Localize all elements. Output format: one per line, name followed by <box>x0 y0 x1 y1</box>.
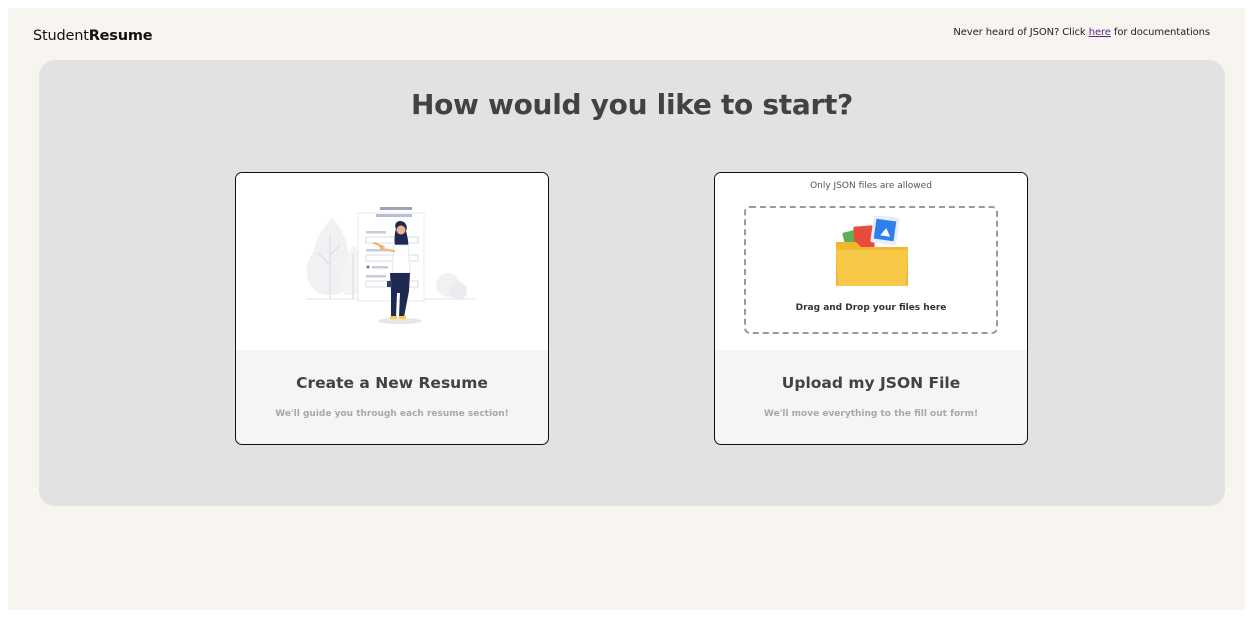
dropzone-text: Drag and Drop your files here <box>795 303 947 313</box>
folder-icon <box>836 216 908 286</box>
page: StudentResume Never heard of JSON? Click… <box>8 8 1245 610</box>
brand-light-text: Student <box>33 28 89 44</box>
brand-logo[interactable]: StudentResume <box>33 28 153 44</box>
create-card-title: Create a New Resume <box>296 374 488 392</box>
create-card-subtitle: We'll guide you through each resume sect… <box>275 409 509 419</box>
create-card-image-area <box>236 173 548 350</box>
documentation-link[interactable]: here <box>1089 27 1111 38</box>
upload-restriction-note: Only JSON files are allowed <box>810 181 932 191</box>
upload-card-subtitle: We'll move everything to the fill out fo… <box>763 409 979 419</box>
person-editing-resume-illustration <box>306 207 476 324</box>
file-dropzone[interactable]: Drag and Drop your files here <box>744 206 998 334</box>
page-title: How would you like to start? <box>410 88 854 121</box>
doc-suffix: for documentations <box>1110 27 1210 38</box>
doc-prefix: Never heard of JSON? Click <box>953 27 1089 38</box>
upload-card-top-area: Only JSON files are allowed Drag and Dro… <box>715 173 1027 350</box>
brand-bold-text: Resume <box>88 28 153 44</box>
start-options-panel: How would you like to start? Create a Ne… <box>39 60 1225 506</box>
documentation-note: Never heard of JSON? Click here for docu… <box>953 27 1210 38</box>
upload-card-title: Upload my JSON File <box>781 374 961 392</box>
create-new-resume-card[interactable]: Create a New Resume We'll guide you thro… <box>235 172 549 445</box>
upload-json-card[interactable]: Only JSON files are allowed Drag and Dro… <box>714 172 1028 445</box>
